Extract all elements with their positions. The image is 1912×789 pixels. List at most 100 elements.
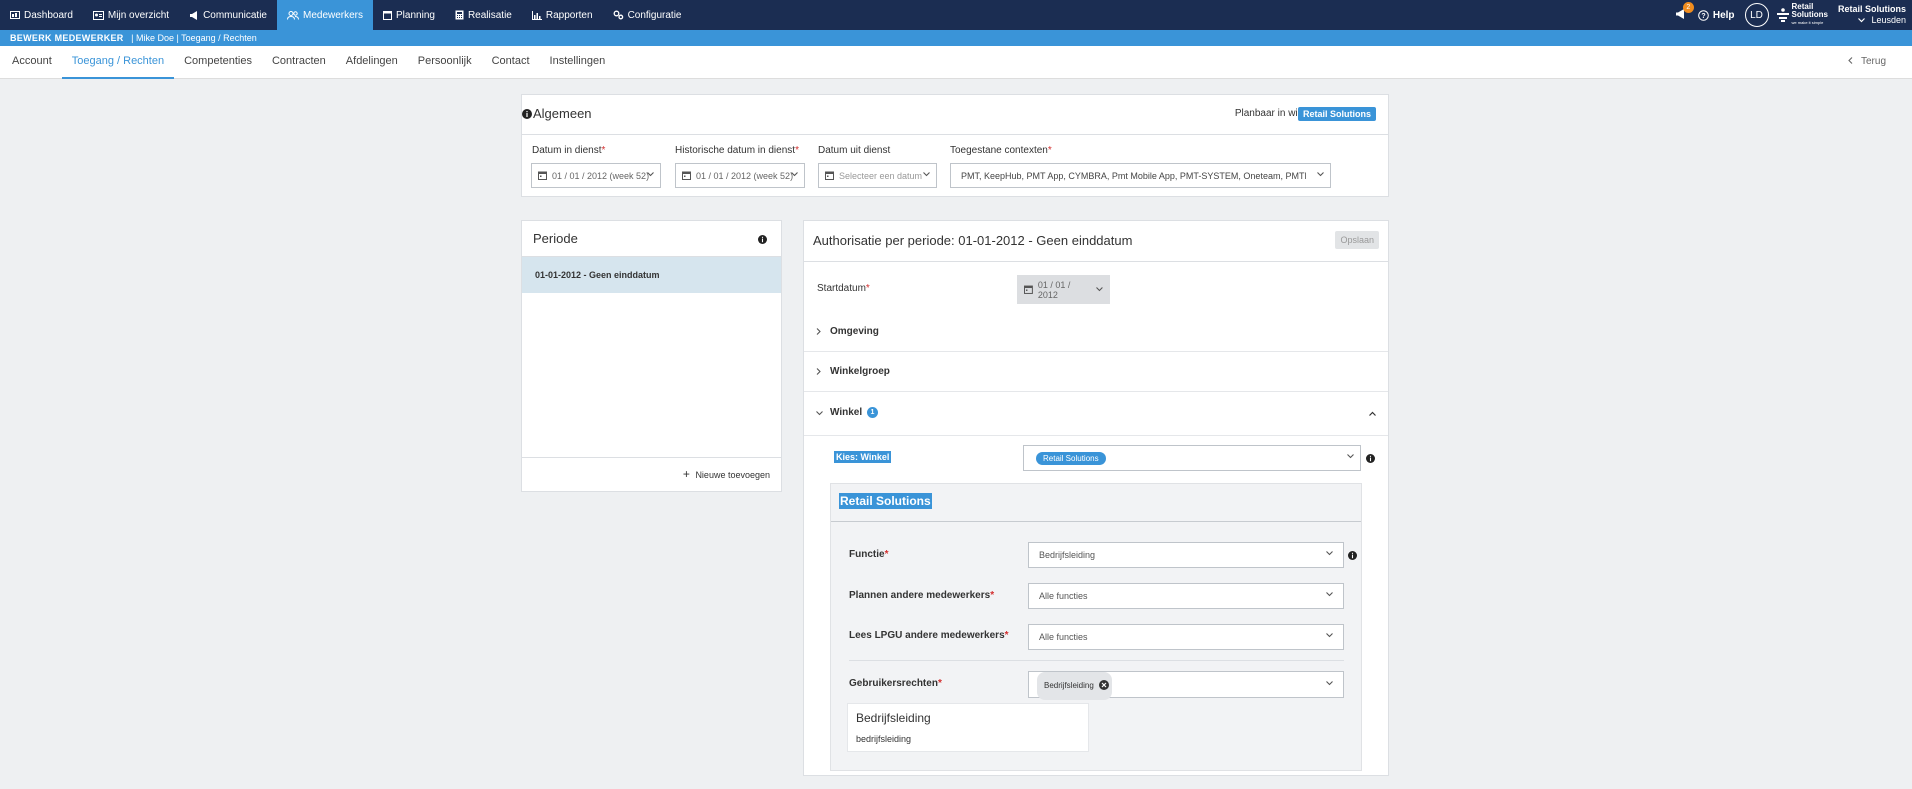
divider xyxy=(849,660,1344,661)
lees-lpgu-select[interactable]: Alle functies xyxy=(1028,624,1344,650)
nav-label: Configuratie xyxy=(627,9,682,21)
datum-in-dienst-label: Datum in dienst* xyxy=(532,145,605,156)
company-switcher[interactable]: Retail Solutions Leusden xyxy=(1838,4,1912,26)
accordion-label: Winkelgroep xyxy=(830,366,890,377)
tab-instellingen[interactable]: Instellingen xyxy=(540,46,616,79)
functie-value: Bedrijfsleiding xyxy=(1039,550,1096,560)
calendar-icon xyxy=(825,171,834,180)
required-marker: * xyxy=(937,678,942,689)
back-link[interactable]: Terug xyxy=(1848,46,1886,79)
gears-icon xyxy=(613,10,623,20)
nav-label: Rapporten xyxy=(545,9,593,21)
info-icon[interactable] xyxy=(1348,551,1357,560)
periode-card: Periode 01-01-2012 - Geen einddatum + Ni… xyxy=(521,220,782,492)
winkel-count-badge: 1 xyxy=(866,407,878,418)
historische-datum-value: 01 / 01 / 2012 (week 52) xyxy=(696,170,794,181)
chevron-up-icon xyxy=(1369,411,1376,416)
plannen-select[interactable]: Alle functies xyxy=(1028,583,1344,609)
functie-label: Functie* xyxy=(849,549,888,560)
contexten-label: Toegestane contexten* xyxy=(950,145,1052,156)
contexten-select[interactable]: PMT, KeepHub, PMT App, CYMBRA, Pmt Mobil… xyxy=(950,163,1331,188)
algemeen-header: Algemeen Planbaar in winkel Retail Solut… xyxy=(522,95,1388,135)
nav-item-communicatie[interactable]: Communicatie xyxy=(179,0,277,30)
required-marker: * xyxy=(884,549,889,560)
chevron-down-icon xyxy=(647,172,654,177)
accordion-winkel[interactable]: Winkel 1 xyxy=(804,392,1388,436)
functie-select[interactable]: Bedrijfsleiding xyxy=(1028,542,1344,568)
required-marker: * xyxy=(795,145,799,156)
tab-bar: Account Toegang / Rechten Competenties C… xyxy=(0,46,1912,79)
gebruikersrechten-select[interactable]: Bedrijfsleiding xyxy=(1028,671,1344,700)
remove-chip-icon[interactable] xyxy=(1099,680,1110,690)
datum-uit-dienst-field[interactable]: Selecteer een datum xyxy=(818,163,937,188)
algemeen-card: Algemeen Planbaar in winkel Retail Solut… xyxy=(521,94,1389,197)
datum-in-dienst-field[interactable]: 01 / 01 / 2012 (week 52) xyxy=(531,163,661,188)
dashboard-icon xyxy=(10,10,20,19)
chevron-left-icon xyxy=(1848,57,1853,64)
chevron-down-icon xyxy=(923,172,930,177)
nav-item-planning[interactable]: Planning xyxy=(373,0,445,30)
planbaar-badge: Retail Solutions xyxy=(1297,107,1376,121)
rechten-description-title: Bedrijfsleiding xyxy=(856,711,931,725)
historische-datum-field[interactable]: 01 / 01 / 2012 (week 52) xyxy=(675,163,805,188)
help-label: Help xyxy=(1712,9,1735,21)
nav-item-rapporten[interactable]: Rapporten xyxy=(522,0,603,30)
calendar-icon xyxy=(1024,285,1033,294)
nav-item-configuratie[interactable]: Configuratie xyxy=(603,0,692,30)
calendar-icon xyxy=(383,11,393,20)
back-label: Terug xyxy=(1860,56,1886,67)
periode-list-item[interactable]: 01-01-2012 - Geen einddatum xyxy=(522,257,781,293)
tab-contracten[interactable]: Contracten xyxy=(262,46,336,79)
save-button[interactable]: Opslaan xyxy=(1335,231,1379,249)
tab-account[interactable]: Account xyxy=(2,46,62,79)
tab-competenties[interactable]: Competenties xyxy=(174,46,262,79)
tab-afdelingen[interactable]: Afdelingen xyxy=(336,46,408,79)
nav-item-realisatie[interactable]: Realisatie xyxy=(445,0,522,30)
gebruikersrechten-label: Gebruikersrechten* xyxy=(849,678,942,689)
info-icon[interactable] xyxy=(1366,454,1375,463)
gebruikersrechten-chip[interactable]: Bedrijfsleiding xyxy=(1037,672,1113,700)
topnav-right: 2 ? Help LD Retail Solutions we make it … xyxy=(1675,0,1912,30)
info-icon[interactable] xyxy=(758,235,767,244)
required-marker: * xyxy=(601,145,606,156)
accordion-omgeving[interactable]: Omgeving xyxy=(804,313,1388,352)
nav-item-mijn-overzicht[interactable]: Mijn overzicht xyxy=(83,0,179,30)
tab-contact[interactable]: Contact xyxy=(482,46,540,79)
breadcrumb-path: | Mike Doe | Toegang / Rechten xyxy=(131,33,257,43)
accordion-winkelgroep[interactable]: Winkelgroep xyxy=(804,352,1388,392)
plannen-label: Plannen andere medewerkers* xyxy=(849,590,994,601)
company-name: Retail Solutions xyxy=(1837,4,1906,14)
nav-label: Dashboard xyxy=(24,9,73,21)
rechten-description-text: bedrijfsleiding xyxy=(856,734,912,744)
authorisatie-header: Authorisatie per periode: 01-01-2012 - G… xyxy=(804,221,1388,262)
chevron-down-icon xyxy=(1096,287,1103,292)
breadcrumb-title: BEWERK MEDEWERKER xyxy=(10,33,124,43)
info-icon[interactable] xyxy=(522,109,532,119)
nav-label: Medewerkers xyxy=(302,9,364,21)
nav-item-medewerkers[interactable]: Medewerkers xyxy=(276,0,374,30)
nav-item-dashboard[interactable]: Dashboard xyxy=(0,0,83,30)
rechten-description-card: Bedrijfsleiding bedrijfsleiding xyxy=(847,703,1089,752)
startdatum-field[interactable]: 01 / 01 / 2012 xyxy=(1017,275,1110,304)
required-marker: * xyxy=(1047,145,1052,156)
chevron-down-icon xyxy=(1326,592,1333,597)
winkel-label: Winkel xyxy=(830,407,863,418)
tab-persoonlijk[interactable]: Persoonlijk xyxy=(408,46,482,79)
kies-winkel-select[interactable]: Retail Solutions xyxy=(1023,445,1361,471)
authorisatie-card: Authorisatie per periode: 01-01-2012 - G… xyxy=(803,220,1389,776)
label-text: Startdatum xyxy=(817,283,866,294)
notifications-button[interactable]: 2 xyxy=(1675,1,1694,22)
store-panel: Retail Solutions Functie* Bedrijfsleidin… xyxy=(830,483,1362,771)
selected-winkel-chip[interactable]: Retail Solutions xyxy=(1036,451,1106,465)
nav-label: Realisatie xyxy=(467,9,512,21)
periode-header: Periode xyxy=(522,221,781,257)
chevron-down-icon xyxy=(1347,454,1354,459)
avatar[interactable]: LD xyxy=(1744,3,1769,27)
plus-icon: + xyxy=(682,467,690,481)
add-periode-button[interactable]: + Nieuwe toevoegen xyxy=(522,457,781,491)
logo-tagline: we make it simple xyxy=(1791,20,1824,25)
periode-title: Periode xyxy=(533,231,578,246)
company-logo: Retail Solutions we make it simple xyxy=(1776,3,1828,27)
help-button[interactable]: ? Help xyxy=(1698,10,1735,21)
tab-toegang-rechten[interactable]: Toegang / Rechten xyxy=(61,46,175,79)
